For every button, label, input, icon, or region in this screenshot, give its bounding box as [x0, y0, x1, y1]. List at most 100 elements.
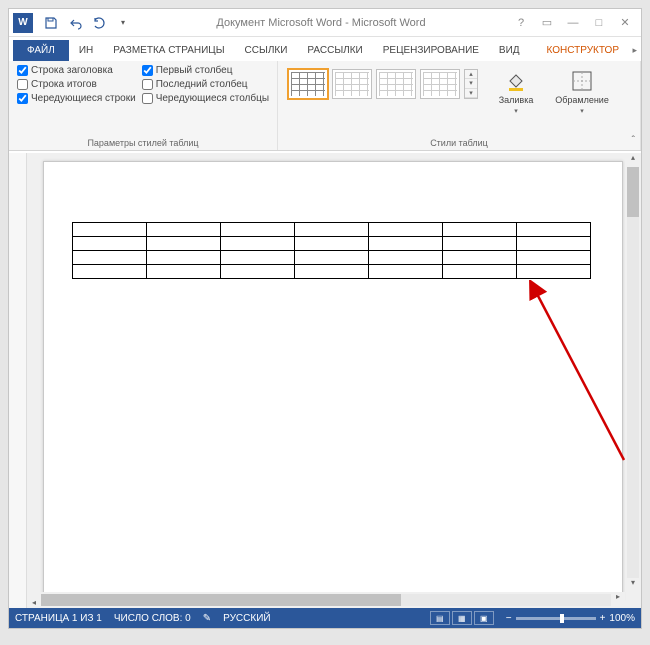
table-row[interactable] — [73, 265, 591, 279]
zoom-in-button[interactable]: + — [600, 613, 606, 624]
table-row[interactable] — [73, 251, 591, 265]
table-style-thumb-4[interactable] — [420, 69, 460, 99]
table-cell[interactable] — [369, 265, 443, 279]
document-page[interactable] — [43, 161, 623, 601]
table-cell[interactable] — [73, 237, 147, 251]
table-cell[interactable] — [147, 265, 221, 279]
horizontal-scrollbar[interactable]: ◂ ▸ — [27, 592, 625, 608]
tab-mailings[interactable]: РАССЫЛКИ — [297, 40, 372, 61]
table-cell[interactable] — [73, 251, 147, 265]
table-cell[interactable] — [517, 251, 591, 265]
status-page[interactable]: СТРАНИЦА 1 ИЗ 1 — [15, 613, 102, 624]
zoom-slider-thumb[interactable] — [560, 614, 564, 623]
tab-home-truncated[interactable]: ИН — [69, 40, 103, 61]
checkbox-first-col[interactable]: Первый столбец — [142, 65, 269, 76]
collapse-ribbon-button[interactable]: ˆ — [632, 135, 635, 146]
table-cell[interactable] — [147, 237, 221, 251]
table-cell[interactable] — [221, 237, 295, 251]
table-cell[interactable] — [221, 223, 295, 237]
vertical-scrollbar[interactable]: ▴ ▾ — [625, 153, 641, 592]
scroll-track[interactable] — [41, 594, 611, 606]
save-button[interactable] — [41, 13, 61, 33]
redo-button[interactable] — [89, 13, 109, 33]
gallery-down-button[interactable]: ▾ — [465, 79, 477, 88]
table-cell[interactable] — [443, 223, 517, 237]
scroll-track[interactable] — [627, 167, 639, 578]
checkbox-header-row-input[interactable] — [17, 65, 28, 76]
tab-review[interactable]: РЕЦЕНЗИРОВАНИЕ — [373, 40, 489, 61]
table-style-thumb-3[interactable] — [376, 69, 416, 99]
tab-page-layout[interactable]: РАЗМЕТКА СТРАНИЦЫ — [103, 40, 234, 61]
table-cell[interactable] — [517, 223, 591, 237]
help-button[interactable]: ? — [509, 13, 533, 33]
table-cell[interactable] — [517, 237, 591, 251]
maximize-button[interactable]: □ — [587, 13, 611, 33]
vertical-ruler[interactable] — [9, 153, 27, 608]
view-read-mode-button[interactable]: ▤ — [430, 611, 450, 625]
scroll-down-button[interactable]: ▾ — [625, 578, 641, 592]
table-cell[interactable] — [221, 251, 295, 265]
table-cell[interactable] — [73, 265, 147, 279]
gallery-more-button[interactable]: ▾ — [465, 89, 477, 98]
table-style-thumb-2[interactable] — [332, 69, 372, 99]
checkbox-banded-rows[interactable]: Чередующиеся строки — [17, 93, 136, 104]
checkbox-banded-cols-input[interactable] — [142, 93, 153, 104]
shading-button[interactable]: Заливка ▾ — [486, 65, 546, 115]
document-viewport[interactable] — [27, 153, 641, 608]
table-style-thumb-1[interactable] — [288, 69, 328, 99]
status-language[interactable]: РУССКИЙ — [223, 613, 270, 624]
scroll-thumb[interactable] — [627, 167, 639, 217]
table-cell[interactable] — [73, 223, 147, 237]
close-button[interactable]: ✕ — [613, 13, 637, 33]
table-cell[interactable] — [295, 223, 369, 237]
checkbox-header-row[interactable]: Строка заголовка — [17, 65, 136, 76]
tab-references[interactable]: ССЫЛКИ — [235, 40, 298, 61]
checkbox-total-row-input[interactable] — [17, 79, 28, 90]
status-word-count[interactable]: ЧИСЛО СЛОВ: 0 — [114, 613, 191, 624]
document-table[interactable] — [72, 222, 591, 279]
table-cell[interactable] — [443, 237, 517, 251]
tab-file[interactable]: ФАЙЛ — [13, 40, 69, 61]
qat-customize-button[interactable]: ▾ — [113, 13, 133, 33]
checkbox-first-col-input[interactable] — [142, 65, 153, 76]
table-cell[interactable] — [443, 251, 517, 265]
view-web-layout-button[interactable]: ▣ — [474, 611, 494, 625]
proofing-icon[interactable]: ✎ — [203, 613, 211, 624]
tab-constructor[interactable]: КОНСТРУКТОР — [537, 40, 629, 61]
table-cell[interactable] — [295, 237, 369, 251]
borders-button[interactable]: Обрамление ▾ — [552, 65, 612, 115]
zoom-out-button[interactable]: − — [506, 613, 512, 624]
zoom-level[interactable]: 100% — [609, 613, 635, 624]
quick-access-toolbar: W ▾ — [13, 13, 133, 33]
checkbox-last-col[interactable]: Последний столбец — [142, 79, 269, 90]
checkbox-banded-cols[interactable]: Чередующиеся столбцы — [142, 93, 269, 104]
checkbox-banded-rows-input[interactable] — [17, 93, 28, 104]
checkbox-last-col-input[interactable] — [142, 79, 153, 90]
view-print-layout-button[interactable]: ▦ — [452, 611, 472, 625]
table-cell[interactable] — [517, 265, 591, 279]
zoom-slider[interactable] — [516, 617, 596, 620]
gallery-up-button[interactable]: ▴ — [465, 70, 477, 79]
table-row[interactable] — [73, 237, 591, 251]
undo-button[interactable] — [65, 13, 85, 33]
table-cell[interactable] — [369, 251, 443, 265]
table-cell[interactable] — [369, 223, 443, 237]
table-cell[interactable] — [443, 265, 517, 279]
table-cell[interactable] — [295, 251, 369, 265]
scroll-thumb[interactable] — [41, 594, 401, 606]
table-row[interactable] — [73, 223, 591, 237]
ribbon: Строка заголовка Строка итогов Чередующи… — [9, 61, 641, 151]
table-cell[interactable] — [295, 265, 369, 279]
table-cell[interactable] — [147, 251, 221, 265]
tabs-overflow-button[interactable]: ▸ — [630, 40, 639, 61]
checkbox-total-row[interactable]: Строка итогов — [17, 79, 136, 90]
table-cell[interactable] — [369, 237, 443, 251]
scroll-right-button[interactable]: ▸ — [611, 592, 625, 608]
table-cell[interactable] — [147, 223, 221, 237]
minimize-button[interactable]: — — [561, 13, 585, 33]
tab-view[interactable]: ВИД — [489, 40, 530, 61]
scroll-up-button[interactable]: ▴ — [625, 153, 641, 167]
table-cell[interactable] — [221, 265, 295, 279]
checkbox-label: Первый столбец — [156, 65, 233, 76]
ribbon-display-button[interactable]: ▭ — [535, 13, 559, 33]
